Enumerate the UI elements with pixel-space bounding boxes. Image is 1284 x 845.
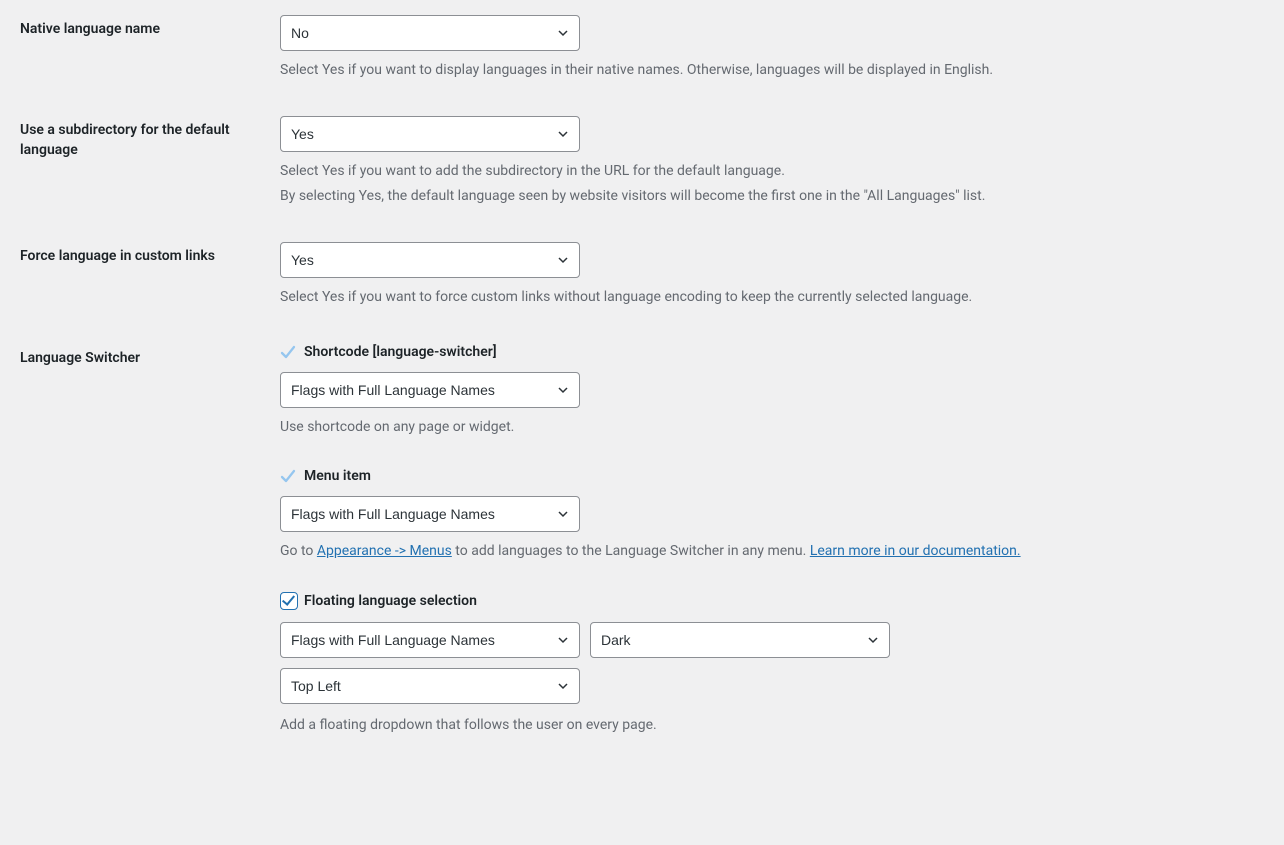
native-language-name-label: Native language name xyxy=(20,0,280,101)
subdirectory-description-1: Select Yes if you want to add the subdir… xyxy=(280,160,1254,182)
subdirectory-label: Use a subdirectory for the default langu… xyxy=(20,101,280,227)
native-language-name-description: Select Yes if you want to display langua… xyxy=(280,59,1254,81)
menu-item-heading: Menu item xyxy=(304,468,371,484)
floating-checkbox[interactable] xyxy=(280,592,298,610)
shortcode-heading: Shortcode [language-switcher] xyxy=(304,344,497,360)
documentation-link[interactable]: Learn more in our documentation. xyxy=(810,543,1021,559)
floating-heading: Floating language selection xyxy=(304,593,477,609)
shortcode-description: Use shortcode on any page or widget. xyxy=(280,416,1254,438)
native-language-name-select[interactable]: No xyxy=(280,15,580,51)
floating-position-select[interactable]: Top Left xyxy=(280,668,580,704)
floating-checkbox-label[interactable]: Floating language selection xyxy=(280,592,1254,610)
check-icon xyxy=(280,468,296,484)
check-icon xyxy=(280,344,296,360)
floating-description: Add a floating dropdown that follows the… xyxy=(280,714,1254,736)
subdirectory-select[interactable]: Yes xyxy=(280,116,580,152)
floating-style-select[interactable]: Flags with Full Language Names xyxy=(280,622,580,658)
shortcode-style-select[interactable]: Flags with Full Language Names xyxy=(280,372,580,408)
force-custom-links-label: Force language in custom links xyxy=(20,227,280,328)
menu-item-style-select[interactable]: Flags with Full Language Names xyxy=(280,496,580,532)
floating-theme-select[interactable]: Dark xyxy=(590,622,890,658)
subdirectory-description-2: By selecting Yes, the default language s… xyxy=(280,185,1254,207)
force-custom-links-select[interactable]: Yes xyxy=(280,242,580,278)
language-switcher-label: Language Switcher xyxy=(20,329,280,757)
force-custom-links-description: Select Yes if you want to force custom l… xyxy=(280,286,1254,308)
menu-item-description: Go to Appearance -> Menus to add languag… xyxy=(280,540,1254,562)
appearance-menus-link[interactable]: Appearance -> Menus xyxy=(317,543,452,559)
